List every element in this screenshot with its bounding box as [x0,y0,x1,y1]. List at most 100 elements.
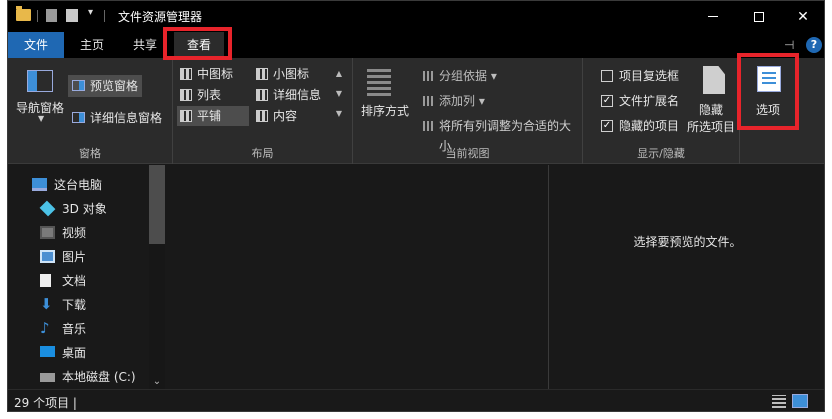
layout-group: 中图标 小图标 列表 详细信息 平铺 内容 ▲ ▼ ▼ 布局 [173,58,353,164]
desktop-icon [40,346,55,357]
navigation-pane-icon [27,70,53,92]
small-icons-icon [256,68,268,80]
tiles-icon [180,110,192,122]
fit-columns-button[interactable]: 将所有列调整为合适的大小 [421,116,582,153]
highlight-view-tab [163,27,232,60]
nav-item-label: 图片 [62,250,87,264]
group-by-label: 分组依据 [439,69,488,83]
checkbox-label: 项目复选框 [619,69,680,83]
sort-by-label: 排序方式 [361,104,410,118]
hidden-items-toggle[interactable]: ✓ 隐藏的项目 [601,116,679,136]
tab-home[interactable]: 主页 [66,32,118,58]
hide-document-icon [703,66,725,94]
nav-item-label: 本地磁盘 (C:) [62,370,136,384]
file-explorer-window: ▾ 文件资源管理器 ✕ 文件 主页 共享 查看 ⊣ ? 导航窗格 ▼ 预览窗格 [7,0,825,412]
maximize-icon [754,11,764,22]
nav-item-label: 视频 [62,226,87,240]
details-view-icon[interactable] [772,395,786,408]
hide-selected-button[interactable]: 隐藏 所选项目 [683,58,739,138]
nav-item-videos[interactable]: 视频 [40,221,86,245]
preview-pane-icon [72,80,85,91]
tab-file[interactable]: 文件 [8,32,64,58]
minimize-button[interactable] [690,1,736,32]
pin-icon[interactable]: ⊣ [784,38,794,52]
list-icon [180,89,192,101]
preview-pane-button[interactable]: 预览窗格 [68,75,143,97]
layout-small-icons[interactable]: 小图标 [253,64,329,84]
nav-item-3d-objects[interactable]: 3D 对象 [39,197,107,221]
checkbox-label: 文件扩展名 [619,94,680,108]
nav-item-downloads[interactable]: ⬇ 下载 [40,293,86,317]
chevron-down-icon[interactable]: ▾ [88,7,93,18]
highlight-options-button [737,53,799,130]
checkbox[interactable] [601,70,613,82]
nav-item-this-pc[interactable]: 这台电脑 [32,173,102,197]
group-label: 窗格 [79,147,101,160]
group-by-button[interactable]: 分组依据 ▾ [421,66,497,86]
new-folder-icon[interactable] [66,9,78,22]
video-icon [40,226,55,239]
computer-icon [32,178,47,191]
layout-label: 详细信息 [273,88,322,102]
content-icon [256,110,268,122]
nav-item-label: 音乐 [62,322,87,336]
add-columns-icon [423,96,435,106]
preview-pane: 选择要预览的文件。 [548,165,824,389]
nav-item-desktop[interactable]: 桌面 [40,341,86,365]
group-label: 显示/隐藏 [637,147,685,160]
layout-label: 中图标 [197,67,234,81]
picture-icon [40,250,55,263]
file-list[interactable] [165,165,548,389]
navigation-pane: 这台电脑 3D 对象 视频 图片 文档 ⬇ 下载 ♪ 音乐 桌面 本地磁盘 (C:) [8,165,165,389]
item-count: 29 个项目 | [14,396,77,410]
nav-item-local-disk[interactable]: 本地磁盘 (C:) [40,365,136,389]
details-icon [256,89,268,101]
nav-item-documents[interactable]: 文档 [40,269,86,293]
layout-list[interactable]: 列表 [177,85,249,105]
item-checkboxes-toggle[interactable]: 项目复选框 [601,66,679,86]
navigation-pane-button[interactable]: 导航窗格 ▼ [8,58,66,138]
sort-by-button[interactable]: 排序方式 [353,58,415,138]
download-icon: ⬇ [40,295,53,313]
layout-gallery: 中图标 小图标 列表 详细信息 平铺 内容 ▲ ▼ ▼ [177,64,347,126]
layout-label: 列表 [197,88,222,102]
scroll-thumb[interactable] [149,165,165,244]
music-icon: ♪ [40,319,50,337]
nav-item-pictures[interactable]: 图片 [40,245,86,269]
status-bar: 29 个项目 | [8,389,824,411]
properties-icon[interactable] [46,9,57,22]
chevron-down-icon[interactable]: ⌄ [149,376,165,387]
preview-message: 选择要预览的文件。 [633,235,742,249]
nav-item-label: 3D 对象 [62,202,107,216]
tiles-view-icon[interactable] [792,394,808,408]
checkbox-checked[interactable]: ✓ [601,95,613,107]
sort-icon [367,68,391,96]
layout-content[interactable]: 内容 [253,106,329,126]
checkbox-checked[interactable]: ✓ [601,120,613,132]
current-view-group: 排序方式 分组依据 ▾ 添加列 ▾ 将所有列调整为合适的大小 当前视图 [353,58,583,164]
ribbon: 导航窗格 ▼ 预览窗格 详细信息窗格 窗格 中图标 小图标 列表 详细信息 平铺… [8,58,824,164]
layout-tiles[interactable]: 平铺 [177,106,249,126]
file-extensions-toggle[interactable]: ✓ 文件扩展名 [601,91,679,111]
close-button[interactable]: ✕ [780,1,824,32]
window-title: 文件资源管理器 [118,10,203,24]
details-pane-button[interactable]: 详细信息窗格 [68,107,162,129]
help-icon[interactable]: ? [806,37,822,53]
maximize-button[interactable] [736,1,782,32]
medium-icons-icon [180,68,192,80]
nav-item-label: 桌面 [62,346,87,360]
drive-icon [40,373,55,382]
nav-item-music[interactable]: ♪ 音乐 [40,317,86,341]
nav-scrollbar[interactable]: ⌄ [149,165,165,389]
nav-item-label: 下载 [62,298,87,312]
show-hide-group: 项目复选框 ✓ 文件扩展名 ✓ 隐藏的项目 隐藏 所选项目 显示/隐藏 [583,58,740,164]
add-columns-button[interactable]: 添加列 ▾ [421,91,485,111]
divider [37,10,38,22]
close-icon: ✕ [797,8,809,25]
layout-medium-icons[interactable]: 中图标 [177,64,249,84]
minimize-icon [708,16,718,17]
layout-gallery-scroll[interactable]: ▲ ▼ ▼ [333,64,345,126]
nav-item-label: 文档 [62,274,87,288]
layout-details[interactable]: 详细信息 [253,85,329,105]
group-by-icon [423,71,435,81]
